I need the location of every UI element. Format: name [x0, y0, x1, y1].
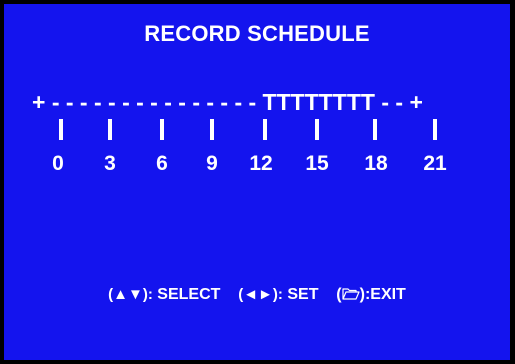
help-bar: (▲▼): SELECT (◄►): SET ():EXIT: [4, 286, 510, 304]
folder-icon: [342, 286, 360, 303]
hour-label: 12: [249, 152, 273, 175]
schedule-bar[interactable]: + - - - - - - - - - - - - - - - TTTTTTTT…: [32, 89, 423, 115]
hour-tick-18: [373, 119, 377, 140]
osd-screen: RECORD SCHEDULE + - - - - - - - - - - - …: [0, 0, 515, 364]
page-title: RECORD SCHEDULE: [144, 21, 370, 46]
hour-label: 0: [52, 152, 64, 175]
hour-label: 9: [206, 152, 218, 175]
hour-tick-12: [263, 119, 267, 140]
select-hint: SELECT: [157, 286, 221, 303]
hour-label: 3: [104, 152, 116, 175]
hour-tick-21: [433, 119, 437, 140]
hour-tick-0: [59, 119, 63, 140]
hour-tick-6: [160, 119, 164, 140]
record-schedule-panel: RECORD SCHEDULE + - - - - - - - - - - - …: [4, 4, 510, 360]
hour-tick-9: [210, 119, 214, 140]
hour-label: 21: [423, 152, 447, 175]
up-down-keys-hint: (▲▼):: [108, 286, 153, 303]
hour-tick-3: [108, 119, 112, 140]
hour-label: 6: [156, 152, 168, 175]
set-hint: SET: [287, 286, 319, 303]
hour-label: 15: [305, 152, 329, 175]
exit-hint: ):EXIT: [359, 286, 406, 303]
hour-label: 18: [364, 152, 388, 175]
hour-tick-15: [315, 119, 319, 140]
left-right-keys-hint: (◄►):: [238, 286, 283, 303]
